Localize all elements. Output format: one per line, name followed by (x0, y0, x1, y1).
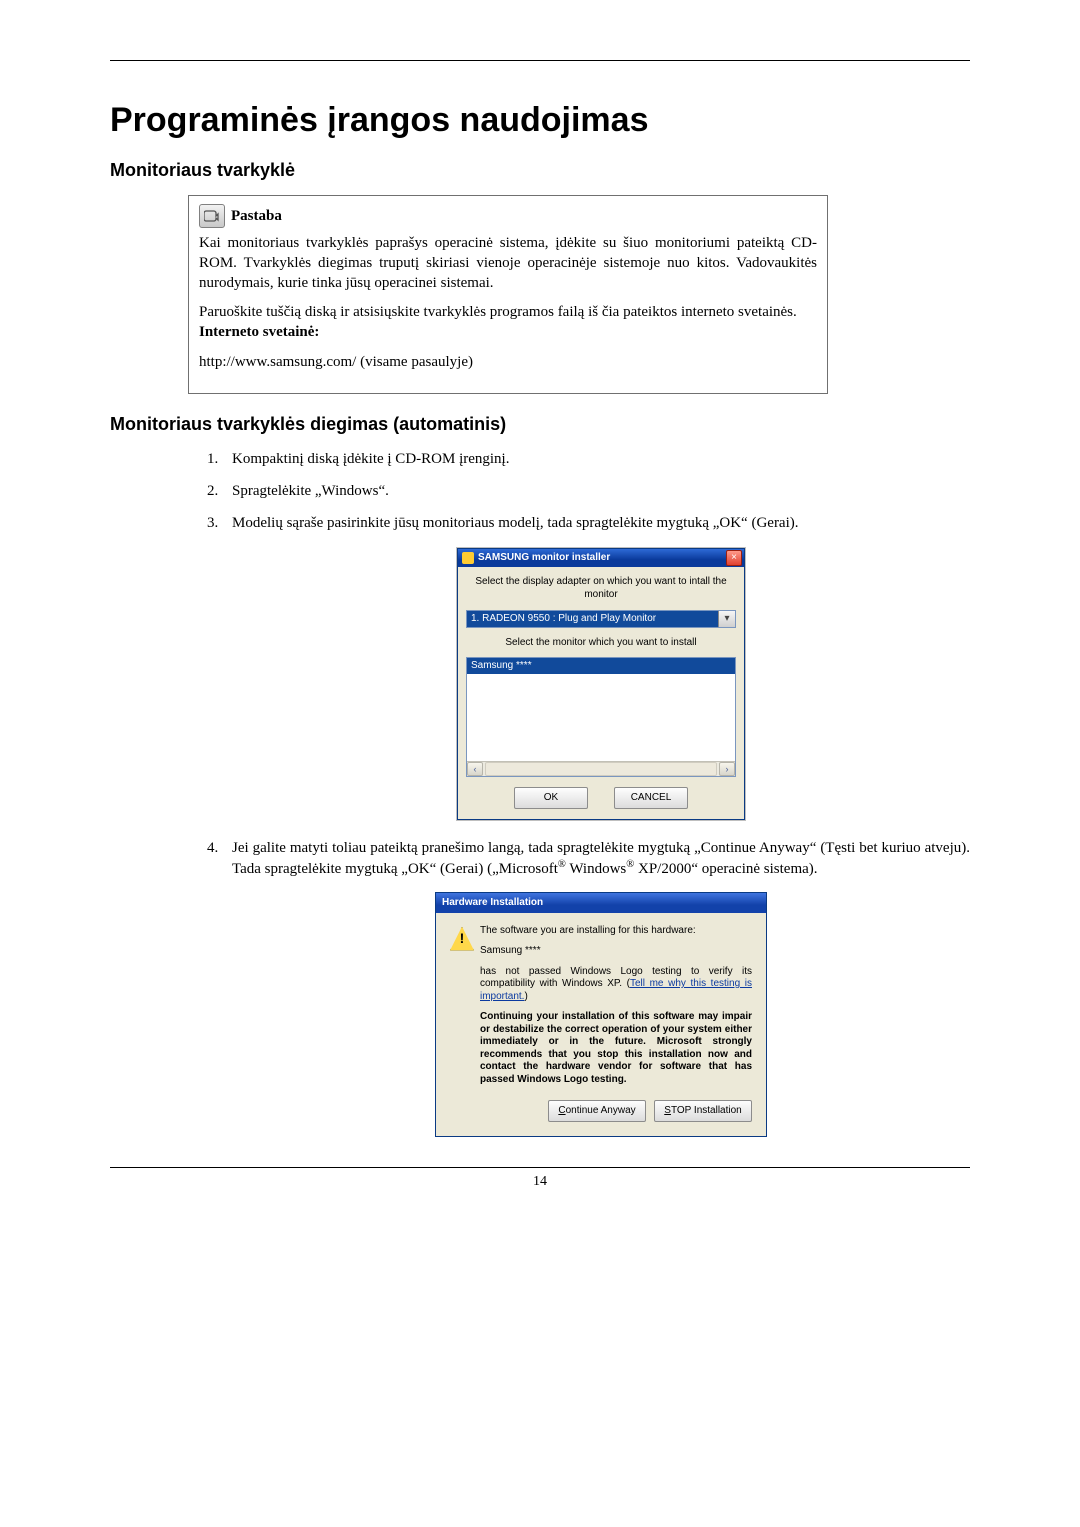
hardware-dialog-title: Hardware Installation (436, 893, 766, 913)
continue-underline: C (558, 1105, 565, 1116)
hw-line-1: The software you are installing for this… (480, 925, 752, 938)
note-label: Pastaba (231, 208, 282, 225)
hardware-dialog-body: ! The software you are installing for th… (436, 913, 766, 1101)
installer-app-icon (462, 552, 474, 564)
stop-installation-button[interactable]: STOP Installation (654, 1100, 752, 1122)
installer-title: SAMSUNG monitor installer (478, 551, 726, 565)
document-page: Programinės įrangos naudojimas Monitoria… (0, 0, 1080, 1527)
monitor-list-selected[interactable]: Samsung **** (467, 658, 735, 674)
note-icon (199, 204, 225, 228)
scroll-left-icon[interactable]: ‹ (467, 762, 483, 776)
hw-line-2: Samsung **** (480, 945, 752, 958)
hw-line-3: has not passed Windows Logo testing to v… (480, 966, 752, 1004)
close-icon[interactable]: × (726, 550, 742, 566)
page-title: Programinės įrangos naudojimas (110, 101, 970, 140)
scroll-track[interactable] (485, 762, 717, 776)
ok-button[interactable]: OK (514, 787, 588, 809)
registered-mark-icon: ® (558, 859, 566, 870)
install-steps: Kompaktinį diską įdėkite į CD-ROM įrengi… (110, 449, 970, 1137)
note-header: Pastaba (199, 204, 817, 228)
hardware-text-column: The software you are installing for this… (480, 925, 752, 1087)
note-site-label: Interneto svetainė: (199, 324, 319, 340)
installer-button-row: OK CANCEL (466, 787, 736, 809)
hw-line-3b: ) (524, 991, 527, 1002)
scroll-right-icon[interactable]: › (719, 762, 735, 776)
top-divider (110, 60, 970, 61)
note-paragraph-2: Paruoškite tuščią diską ir atsisiųskite … (199, 303, 817, 323)
step-1: Kompaktinį diską įdėkite į CD-ROM įrengi… (222, 449, 970, 469)
page-number: 14 (110, 1174, 970, 1190)
step-2: Spragtelėkite „Windows“. (222, 481, 970, 501)
step-4: Jei galite matyti toliau pateiktą praneš… (222, 838, 970, 1137)
note-paragraph-1: Kai monitoriaus tvarkyklės paprašys oper… (199, 234, 817, 293)
note-body: Kai monitoriaus tvarkyklės paprašys oper… (199, 234, 817, 373)
installer-instruction-1: Select the display adapter on which you … (466, 575, 736, 602)
section-heading-driver: Monitoriaus tvarkyklė (110, 160, 970, 181)
monitor-listbox[interactable]: Samsung **** ‹ › (466, 657, 736, 777)
warning-icon: ! (450, 927, 474, 951)
list-horizontal-scrollbar[interactable]: ‹ › (467, 761, 735, 776)
note-site-url: http://www.samsung.com/ (visame pasaulyj… (199, 353, 817, 373)
adapter-select[interactable]: 1. RADEON 9550 : Plug and Play Monitor ▾ (466, 610, 736, 628)
hw-bold-text: Continuing your installation of this sof… (480, 1011, 752, 1086)
installer-window: SAMSUNG monitor installer × Select the d… (457, 548, 745, 821)
continue-anyway-button[interactable]: Continue Anyway (548, 1100, 646, 1122)
step-3-text: Modelių sąraše pasirinkite jūsų monitori… (232, 515, 799, 531)
installer-titlebar: SAMSUNG monitor installer × (458, 549, 744, 567)
chevron-down-icon[interactable]: ▾ (718, 611, 735, 627)
hardware-icon-column: ! (450, 925, 480, 1087)
step-3: Modelių sąraše pasirinkite jūsų monitori… (222, 513, 970, 820)
note-box: Pastaba Kai monitoriaus tvarkyklės papra… (188, 195, 828, 394)
adapter-selected-value: 1. RADEON 9550 : Plug and Play Monitor (471, 612, 656, 626)
hardware-install-dialog: Hardware Installation ! The software you… (435, 892, 767, 1138)
step-4-text-c: XP/2000“ operacinė sistema). (634, 861, 817, 877)
bottom-divider (110, 1167, 970, 1168)
installer-client: Select the display adapter on which you … (458, 567, 744, 820)
cancel-button[interactable]: CANCEL (614, 787, 688, 809)
hw-bold-block: Continuing your installation of this sof… (480, 1011, 752, 1086)
hardware-button-row: Continue Anyway STOP Installation (436, 1100, 766, 1136)
section-heading-install: Monitoriaus tvarkyklės diegimas (automat… (110, 414, 970, 435)
installer-instruction-2: Select the monitor which you want to ins… (466, 636, 736, 650)
step-4-text-b: Windows (566, 861, 626, 877)
stop-underline: S (664, 1105, 671, 1116)
